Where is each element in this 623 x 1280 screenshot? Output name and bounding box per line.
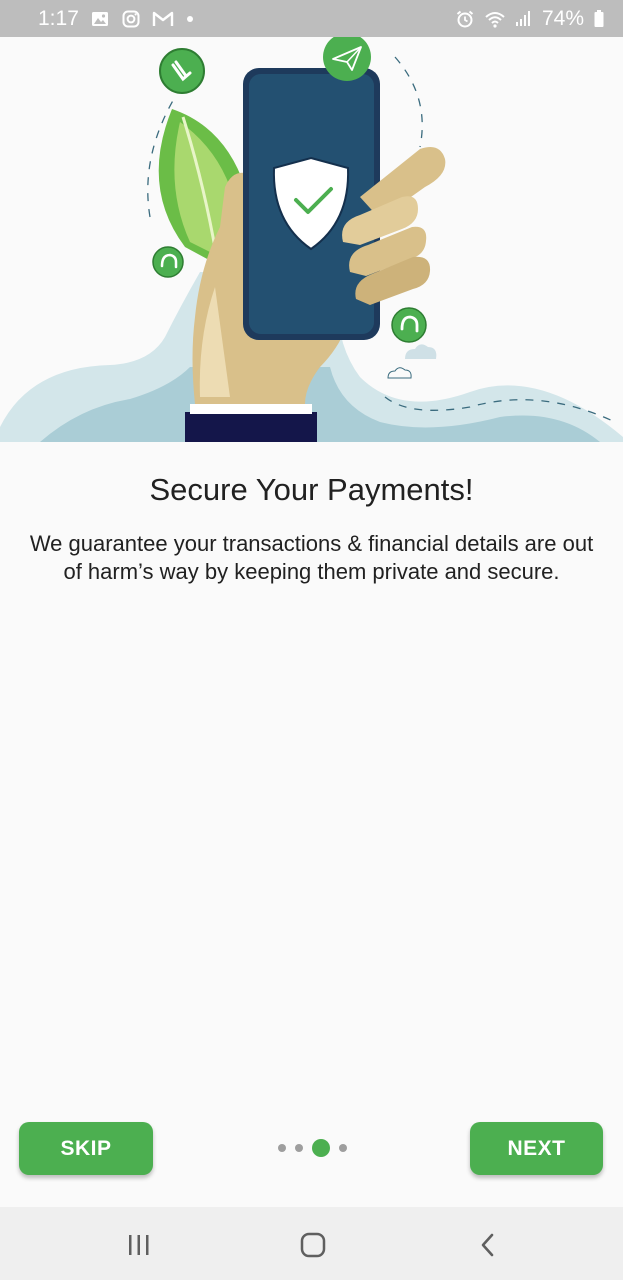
instagram-icon [121, 9, 141, 29]
page-indicator [270, 1138, 354, 1158]
page-dot-2[interactable] [294, 1144, 303, 1152]
onboarding-description: We guarantee your transactions & financi… [29, 531, 594, 584]
next-button[interactable]: NEXT [470, 1122, 603, 1175]
cloud-icon [405, 344, 437, 359]
back-icon[interactable] [468, 1225, 508, 1265]
status-time: 1:17 [38, 6, 79, 30]
skip-button[interactable]: SKIP [19, 1122, 153, 1175]
security-illustration [0, 37, 623, 442]
signal-icon [513, 9, 533, 29]
gallery-icon [90, 9, 110, 29]
battery-percent: 74% [541, 6, 584, 30]
dot-icon [186, 15, 193, 22]
magnet-coin-icon [159, 48, 205, 94]
status-left: 1:17 [38, 7, 193, 31]
alarm-icon [455, 9, 475, 29]
wifi-icon [484, 9, 505, 29]
gmail-icon [152, 9, 174, 29]
home-icon[interactable] [293, 1225, 333, 1265]
page-dot-3-active[interactable] [311, 1139, 330, 1157]
recent-apps-icon[interactable] [119, 1225, 159, 1265]
status-bar: 1:17 74% [0, 0, 623, 37]
page-dot-4[interactable] [338, 1144, 347, 1152]
status-right: 74% [455, 7, 605, 31]
page-dot-1[interactable] [277, 1144, 286, 1152]
battery-icon [593, 9, 605, 29]
magnet-coin-small-icon [152, 246, 184, 278]
magnet-coin-right-icon [391, 307, 427, 343]
onboarding-title: Secure Your Payments! [149, 472, 474, 507]
cloud-outline-icon [387, 367, 412, 379]
sleeve [185, 412, 317, 442]
system-nav-bar [0, 1207, 623, 1280]
